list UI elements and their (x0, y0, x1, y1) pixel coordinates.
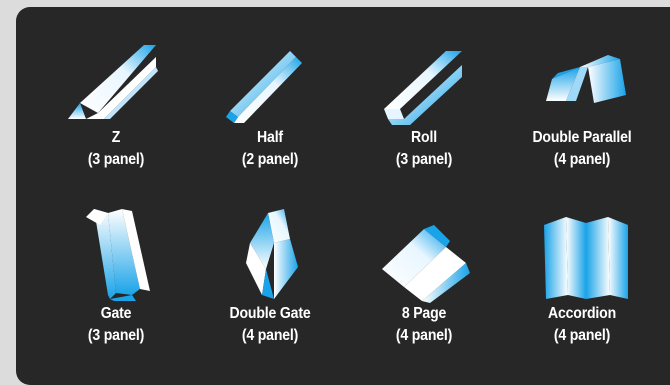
fold-types-grid: Z (3 panel) Half (2 panel) Roll (3 panel… (16, 7, 670, 385)
fold-item-gate: Gate (3 panel) (36, 203, 196, 347)
fold-label-z: Z (3 panel) (46, 127, 187, 171)
fold-label-roll: Roll (3 panel) (354, 127, 495, 171)
fold-panels: (2 panel) (241, 151, 299, 168)
fold-item-8-page: 8 Page (4 panel) (344, 203, 504, 347)
fold-item-z: Z (3 panel) (36, 37, 196, 171)
fold-panels: (4 panel) (241, 327, 299, 344)
double-gate-fold-icon (246, 209, 298, 299)
fold-name: 8 Page (401, 305, 447, 322)
fold-item-roll: Roll (3 panel) (344, 37, 504, 171)
fold-item-double-parallel: Double Parallel (4 panel) (502, 37, 662, 171)
fold-name: Double Gate (229, 305, 311, 322)
z-fold-icon (68, 45, 158, 119)
fold-name: Accordion (547, 305, 617, 322)
fold-name: Z (111, 129, 121, 146)
fold-label-8-page: 8 Page (4 panel) (354, 303, 495, 347)
fold-item-double-gate: Double Gate (4 panel) (190, 203, 350, 347)
fold-panels: (3 panel) (87, 151, 145, 168)
fold-label-double-gate: Double Gate (4 panel) (200, 303, 341, 347)
gate-fold-icon (86, 209, 150, 301)
half-fold-icon (226, 51, 302, 123)
fold-label-half: Half (2 panel) (200, 127, 341, 171)
fold-panels: (4 panel) (553, 151, 611, 168)
fold-name: Roll (411, 129, 437, 146)
8-page-fold-icon (382, 225, 470, 303)
fold-label-double-parallel: Double Parallel (4 panel) (512, 127, 653, 171)
fold-name: Double Parallel (532, 129, 632, 146)
accordion-fold-icon (544, 217, 628, 299)
fold-panels: (4 panel) (395, 327, 453, 344)
fold-name: Gate (100, 305, 132, 322)
fold-item-accordion: Accordion (4 panel) (502, 203, 662, 347)
fold-label-gate: Gate (3 panel) (46, 303, 187, 347)
roll-fold-icon (384, 51, 462, 125)
fold-panels: (3 panel) (395, 151, 453, 168)
fold-panels: (4 panel) (553, 327, 611, 344)
fold-item-half: Half (2 panel) (190, 37, 350, 171)
fold-name: Half (257, 129, 283, 146)
fold-label-accordion: Accordion (4 panel) (512, 303, 653, 347)
double-parallel-fold-icon (546, 55, 626, 103)
fold-panels: (3 panel) (87, 327, 145, 344)
